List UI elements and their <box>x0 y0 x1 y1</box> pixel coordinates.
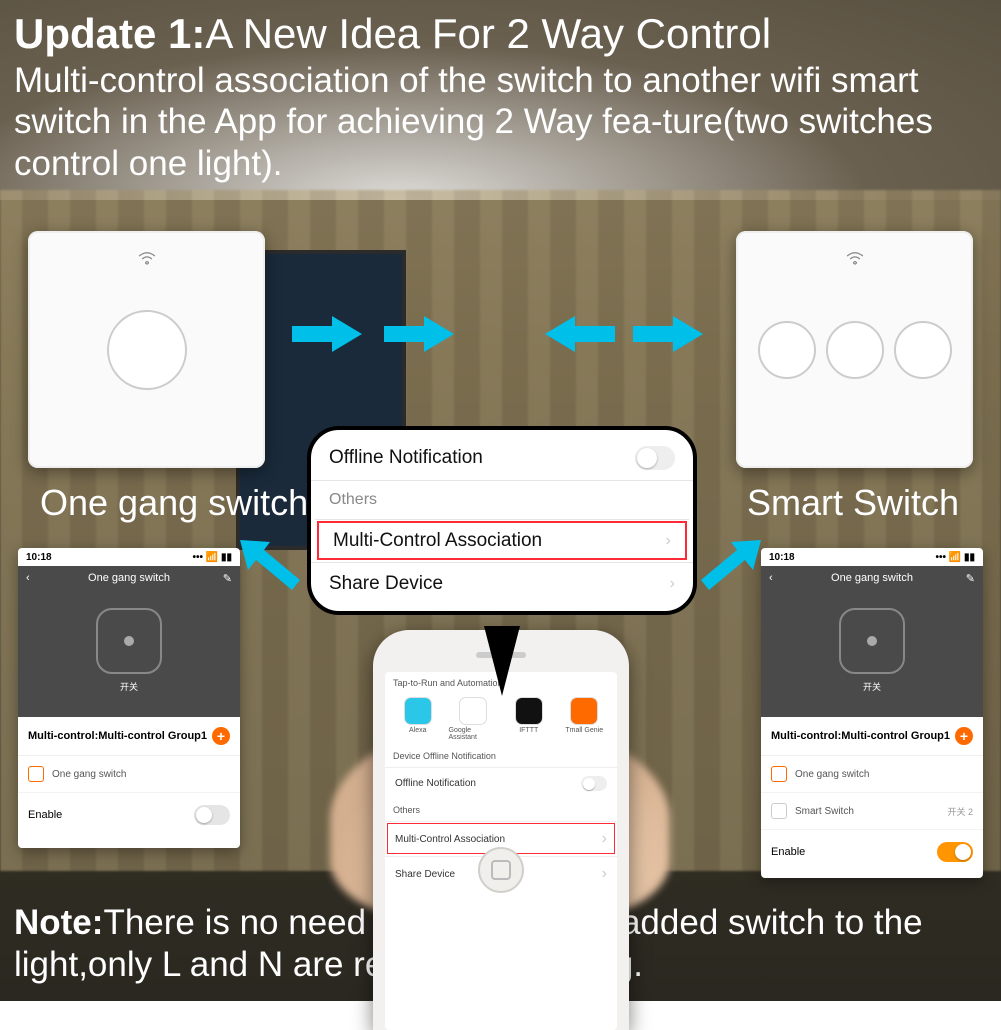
group-item-row[interactable]: Smart Switch 开关 2 <box>761 793 983 830</box>
note-strong: Note: <box>14 903 103 942</box>
section-label: Others <box>385 799 617 821</box>
status-bar: 10:18 ••• 📶 ▮▮ <box>18 548 240 566</box>
left-caption: One gang switch <box>40 482 308 524</box>
tmall-genie-icon <box>571 698 597 724</box>
toggle-off-icon[interactable] <box>635 446 675 470</box>
tmall-genie-service[interactable]: Tmall Genie <box>560 698 610 741</box>
row-label: Offline Notification <box>329 447 483 469</box>
power-dot-icon <box>867 636 877 646</box>
device-label: 开关 <box>863 680 881 693</box>
enable-label: Enable <box>28 809 62 821</box>
one-gang-switch-panel <box>28 231 265 468</box>
add-icon[interactable]: + <box>212 727 230 745</box>
row-label: Multi-control:Multi-control Group1 <box>771 730 950 742</box>
app-title: One gang switch <box>831 572 913 584</box>
app-header: ‹ One gang switch ✎ <box>18 566 240 590</box>
arrow-right-icon <box>384 316 454 352</box>
app-title: One gang switch <box>88 572 170 584</box>
switch-button <box>758 321 816 379</box>
power-dot-icon <box>124 636 134 646</box>
arrow-right-icon <box>633 316 703 352</box>
item-label: Smart Switch <box>795 806 854 817</box>
arrow-right-icon <box>545 316 615 352</box>
description-text: Multi-control association of the switch … <box>14 60 987 184</box>
phone-home-button[interactable] <box>478 847 524 893</box>
product-infographic: Update 1:A New Idea For 2 Way Control Mu… <box>0 0 1001 1001</box>
item-meta: 开关 2 <box>947 805 973 818</box>
wifi-icon <box>138 251 156 265</box>
chevron-right-icon: › <box>670 575 675 593</box>
google-assistant-service[interactable]: Google Assistant <box>449 698 499 741</box>
toggle-on-icon[interactable] <box>937 842 973 862</box>
toggle-off-icon[interactable] <box>581 776 607 791</box>
device-label: 开关 <box>120 680 138 693</box>
device-tile[interactable] <box>839 608 905 674</box>
status-indicators-icon: ••• 📶 ▮▮ <box>935 552 975 563</box>
row-label: Share Device <box>329 573 443 595</box>
share-device-row[interactable]: Share Device › <box>311 562 693 605</box>
section-label: Device Offline Notification <box>385 745 617 767</box>
enable-label: Enable <box>771 846 805 858</box>
multi-control-group-row[interactable]: Multi-control:Multi-control Group1 + <box>761 717 983 756</box>
switch-buttons <box>107 310 187 390</box>
multi-control-association-row[interactable]: Multi-Control Association › <box>315 519 689 562</box>
status-time: 10:18 <box>769 552 795 563</box>
device-preview: 开关 <box>18 590 240 717</box>
status-indicators-icon: ••• 📶 ▮▮ <box>192 552 232 563</box>
voice-services-row: Alexa Google Assistant IFTTT Tmall Genie <box>385 694 617 745</box>
item-label: One gang switch <box>52 769 127 780</box>
edit-icon[interactable]: ✎ <box>966 572 975 585</box>
switch-button <box>826 321 884 379</box>
item-label: One gang switch <box>795 769 870 780</box>
app-screenshot-left: 10:18 ••• 📶 ▮▮ ‹ One gang switch ✎ 开关 Mu… <box>18 548 240 848</box>
app-header: ‹ One gang switch ✎ <box>761 566 983 590</box>
group-item-row[interactable]: One gang switch <box>761 756 983 793</box>
edit-icon[interactable]: ✎ <box>223 572 232 585</box>
status-bar: 10:18 ••• 📶 ▮▮ <box>761 548 983 566</box>
multi-control-group-row[interactable]: Multi-control:Multi-control Group1 + <box>18 717 240 756</box>
group-item-row[interactable]: One gang switch <box>18 756 240 793</box>
others-section-label: Others <box>311 480 693 519</box>
chevron-right-icon: › <box>602 830 607 848</box>
device-square-icon <box>771 766 787 782</box>
arrow-diag-icon <box>240 540 300 592</box>
chevron-right-icon: › <box>602 865 607 883</box>
switch-button <box>107 310 187 390</box>
google-assistant-icon <box>460 698 486 724</box>
callout-pointer-icon <box>484 626 520 696</box>
alexa-icon <box>405 698 431 724</box>
headline-rest: A New Idea For 2 Way Control <box>205 10 771 57</box>
headline: Update 1:A New Idea For 2 Way Control <box>14 10 987 58</box>
row-label: Multi-Control Association <box>333 530 542 552</box>
right-caption: Smart Switch <box>747 482 959 524</box>
settings-callout: Offline Notification Others Multi-Contro… <box>307 426 697 615</box>
app-screenshot-right: 10:18 ••• 📶 ▮▮ ‹ One gang switch ✎ 开关 Mu… <box>761 548 983 878</box>
back-icon[interactable]: ‹ <box>26 572 30 584</box>
three-gang-switch-panel <box>736 231 973 468</box>
device-square-icon <box>771 803 787 819</box>
device-preview: 开关 <box>761 590 983 717</box>
device-tile[interactable] <box>96 608 162 674</box>
device-square-icon <box>28 766 44 782</box>
arrow-diag-icon <box>701 540 761 592</box>
row-label: Multi-control:Multi-control Group1 <box>28 730 207 742</box>
back-icon[interactable]: ‹ <box>769 572 773 584</box>
add-icon[interactable]: + <box>955 727 973 745</box>
enable-row[interactable]: Enable <box>18 793 240 837</box>
ifttt-icon <box>516 698 542 724</box>
wifi-icon <box>846 251 864 265</box>
arrow-right-icon <box>292 316 362 352</box>
switch-button <box>894 321 952 379</box>
enable-row[interactable]: Enable <box>761 830 983 874</box>
chevron-right-icon: › <box>666 532 671 550</box>
ifttt-service[interactable]: IFTTT <box>504 698 554 741</box>
status-time: 10:18 <box>26 552 52 563</box>
toggle-off-icon[interactable] <box>194 805 230 825</box>
offline-notification-row[interactable]: Offline Notification <box>311 436 693 480</box>
headline-strong: Update 1: <box>14 10 205 57</box>
switch-buttons <box>758 321 952 379</box>
offline-notification-row[interactable]: Offline Notification <box>385 767 617 799</box>
alexa-service[interactable]: Alexa <box>393 698 443 741</box>
